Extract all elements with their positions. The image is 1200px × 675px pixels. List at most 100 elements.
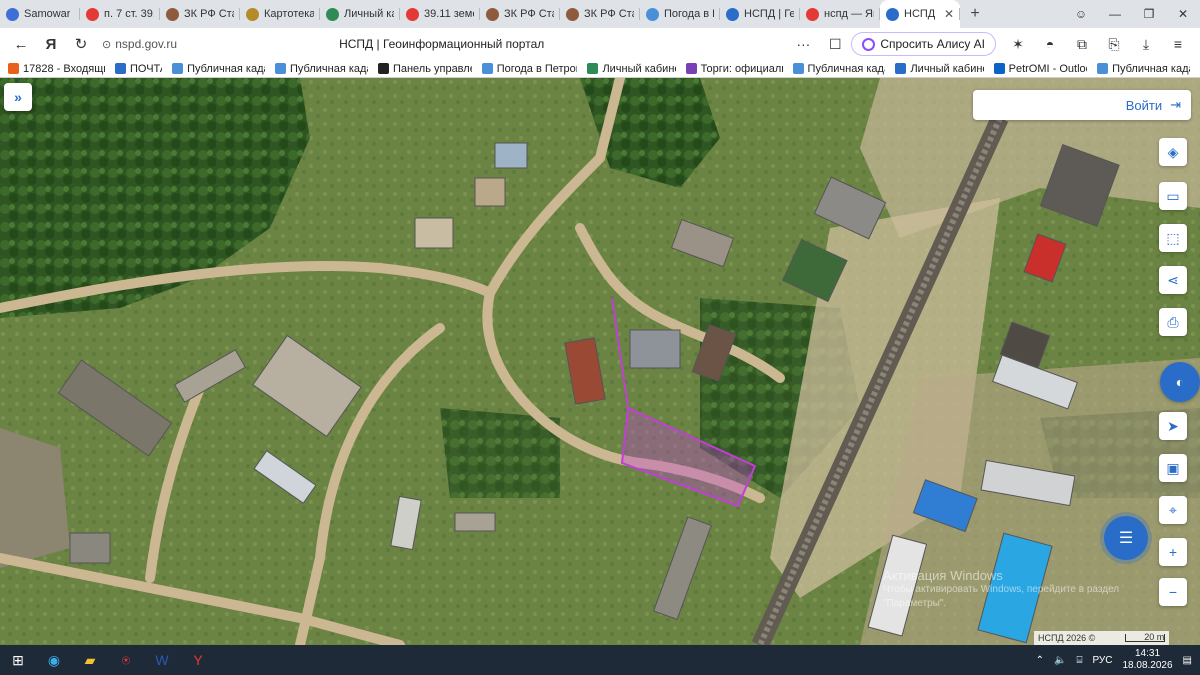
acrobat-icon[interactable]: ⍟	[108, 645, 144, 675]
profile-icon[interactable]: ☺	[1064, 0, 1098, 28]
volume-icon[interactable]: 🔈	[1054, 655, 1066, 666]
split-view-button[interactable]: ▣	[1159, 454, 1187, 482]
bookmark-item[interactable]: Публичная кадас	[172, 63, 265, 75]
language-indicator[interactable]: РУС	[1092, 655, 1112, 666]
bookmark-favicon-icon	[172, 63, 184, 74]
bookmark-item[interactable]: Личный кабинет	[895, 62, 984, 75]
new-tab-button[interactable]: +	[964, 3, 986, 25]
scale-bar: 20 m	[1125, 633, 1166, 642]
bookmark-label: Публичная кадас	[290, 62, 368, 75]
browser-tab[interactable]: Личный ка	[320, 0, 400, 28]
clock[interactable]: 14:31 18.08.2026	[1122, 648, 1172, 672]
system-tray: ⌃ 🔈 ⌸ РУС 14:31 18.08.2026 ▤	[1036, 645, 1200, 675]
browser-tab[interactable]: НСПД | Г ✕	[880, 0, 960, 28]
hat-icon[interactable]: ◓	[1034, 30, 1066, 58]
yandex-browser-icon[interactable]: Y	[180, 645, 216, 675]
browser-tab[interactable]: ЗК РФ Ста	[480, 0, 560, 28]
extensions-icon[interactable]: ⧉	[1066, 30, 1098, 58]
bookmark-item[interactable]: Личный кабинет	[587, 63, 676, 75]
notifications-icon[interactable]: ▤	[1183, 655, 1192, 666]
close-window-button[interactable]: ✕	[1166, 0, 1200, 28]
print-button[interactable]: ⎙	[1159, 308, 1187, 336]
browser-tab[interactable]: п. 7 ст. 39.	[80, 0, 160, 28]
browser-tab[interactable]: Картотека	[240, 0, 320, 28]
more-icon[interactable]: ···	[787, 30, 819, 58]
windows-taskbar: ⊞ ◉ ▰ ⍟ W Y ⌃ 🔈 ⌸ РУС 14:31 18.08.2026 ▤	[0, 645, 1200, 675]
pin-icon: ⌖	[1169, 501, 1177, 518]
parcel-boundary-line	[611, 297, 629, 409]
bookmark-label: Погода в Петропа	[496, 62, 578, 75]
chat-button[interactable]: ☰	[1104, 516, 1148, 560]
bookmark-item[interactable]: Публичная кадас	[275, 63, 368, 75]
map-view[interactable]: » Войти ⇥ ◈ ▭ ⬚ ⋖ ⎙ ◐ ➤ ▣ ⌖ + − ☰ Актива…	[0, 78, 1200, 645]
browser-tab[interactable]: Samowar	[0, 0, 80, 28]
tab-label: Картотека	[264, 8, 314, 20]
watermark-subtitle-2: "Параметры".	[883, 598, 947, 609]
map-mode-button[interactable]: ◐	[1160, 362, 1200, 402]
browser-tab[interactable]: 39.11 земе	[400, 0, 480, 28]
share-button[interactable]: ⋖	[1159, 266, 1187, 294]
menu-icon[interactable]: ≡	[1162, 30, 1194, 58]
bookmark-item[interactable]: 17828 - Входящие	[8, 63, 105, 75]
watermark-subtitle: Чтобы активировать Windows, перейдите в …	[883, 584, 1120, 595]
place-search-button[interactable]: ⌖	[1159, 496, 1187, 524]
bookmark-favicon-icon	[114, 63, 126, 74]
site-info-icon[interactable]: ⊙	[102, 38, 111, 51]
start-button[interactable]: ⊞	[0, 645, 36, 675]
downloads-icon[interactable]: ⤓	[1130, 30, 1162, 58]
area-select-button[interactable]: ⬚	[1159, 224, 1187, 252]
reload-button[interactable]: ↻	[66, 30, 96, 58]
browser-tab[interactable]: НСПД | Ге	[720, 0, 800, 28]
bookmark-favicon-icon	[895, 63, 907, 74]
bookmark-label: Личный кабинет	[910, 62, 983, 75]
browser-tab[interactable]: нспд — Ян	[800, 0, 880, 28]
login-button[interactable]: Войти ⇥	[973, 90, 1191, 120]
bookmark-item[interactable]: Панель управлен	[377, 63, 472, 75]
edge-icon[interactable]: ◉	[36, 645, 72, 675]
expand-panel-button[interactable]: »	[4, 83, 32, 111]
nspd-icon	[726, 7, 739, 21]
nspd-icon	[886, 7, 899, 21]
bookmark-item[interactable]: Торги: официальн	[685, 63, 783, 75]
geolocation-button[interactable]: ➤	[1159, 412, 1187, 440]
back-button[interactable]: ←	[6, 30, 36, 58]
browser-tab[interactable]: ЗК РФ Ста	[560, 0, 640, 28]
bookmark-item[interactable]: PetrOMI - Outlook	[993, 62, 1087, 75]
bookmark-label: Публичная кадас	[1112, 62, 1190, 75]
translate-icon[interactable]: ✶	[1002, 30, 1034, 58]
bookmark-item[interactable]: Публичная кадас	[792, 62, 886, 75]
network-icon[interactable]: ⌸	[1076, 655, 1082, 666]
tray-chevron-icon[interactable]: ⌃	[1036, 655, 1044, 666]
login-icon: ⇥	[1170, 97, 1181, 112]
tab-label: ЗК РФ Ста	[504, 8, 554, 20]
bookmark-icon[interactable]: ☐	[819, 30, 851, 58]
bookmark-label: Публичная кадас	[807, 62, 886, 75]
collections-icon[interactable]: ⎘	[1098, 30, 1130, 58]
zoom-out-button[interactable]: −	[1159, 578, 1187, 606]
browser-tab[interactable]: ЗК РФ Ста	[160, 0, 240, 28]
bookmark-label: PetrOMI - Outlook	[1008, 62, 1087, 75]
restore-button[interactable]: ❐	[1132, 0, 1166, 28]
zoom-in-button[interactable]: +	[1159, 538, 1187, 566]
word-icon[interactable]: W	[144, 645, 180, 675]
minimize-button[interactable]: —	[1098, 0, 1132, 28]
url-field[interactable]: ⊙ nspd.gov.ru НСПД | Геоинформационный п…	[96, 32, 787, 56]
tab-label: Samowar	[24, 8, 71, 20]
chat-icon: ☰	[1118, 530, 1134, 547]
browser-tab[interactable]: Погода в Г	[640, 0, 720, 28]
close-tab-icon[interactable]: ✕	[944, 7, 954, 21]
bookmark-item[interactable]: Погода в Петропа	[481, 62, 578, 75]
ruler-button[interactable]: ▭	[1159, 182, 1187, 210]
watermark-title: Активация Windows	[883, 568, 1003, 583]
ruler-icon: ▭	[1166, 187, 1180, 204]
layers-button[interactable]: ◈	[1159, 138, 1187, 166]
area-select-icon: ⬚	[1166, 229, 1180, 246]
tab-label: НСПД | Г	[904, 8, 939, 20]
consultant-icon	[486, 7, 499, 21]
file-explorer-icon[interactable]: ▰	[72, 645, 108, 675]
bookmark-item[interactable]: Публичная кадас	[1097, 63, 1190, 75]
yandex-home-button[interactable]: Я	[36, 30, 66, 58]
ask-alice-button[interactable]: Спросить Алису AI	[851, 32, 996, 56]
tab-label: нспд — Ян	[824, 8, 874, 20]
bookmark-item[interactable]: ПОЧТА	[114, 63, 162, 75]
